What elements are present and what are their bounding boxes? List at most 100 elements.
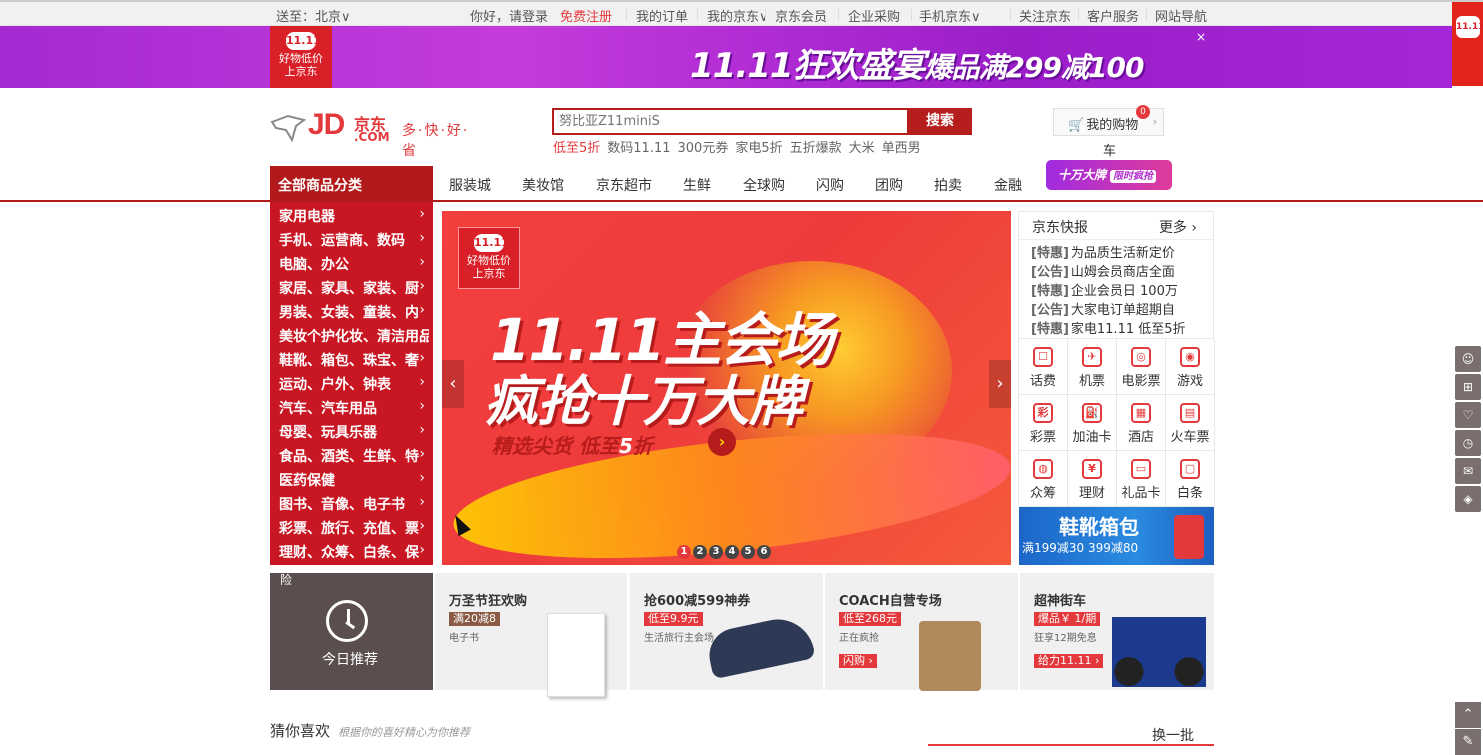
news-more-link[interactable]: 更多 ›: [1159, 217, 1197, 237]
promo-card-coach[interactable]: COACH自营专场 低至268元 正在疯抢 闪购 ›: [825, 573, 1018, 691]
service-giftcard[interactable]: ▭ 礼品卡: [1117, 451, 1166, 507]
category-item[interactable]: 美妆个护化妆、清洁用品、›: [279, 326, 429, 346]
enterprise-link[interactable]: 企业采购: [848, 6, 900, 25]
nav-item-fresh[interactable]: 生鲜: [683, 175, 711, 195]
feedback-icon[interactable]: ✎: [1455, 729, 1481, 755]
carousel-dot[interactable]: 4: [725, 545, 739, 559]
service-lottery[interactable]: 彩彩票: [1019, 395, 1068, 451]
category-item[interactable]: 图书、音像、电子书 ›: [279, 494, 429, 514]
nav-item-fashion[interactable]: 服装城: [449, 175, 491, 195]
carousel-dot[interactable]: 3: [709, 545, 723, 559]
service-fuel[interactable]: ⛽ 加油卡: [1068, 395, 1117, 451]
slide-go-icon[interactable]: ›: [708, 428, 736, 456]
service-train[interactable]: ▤ 火车票: [1166, 395, 1215, 451]
news-item[interactable]: [公告] 山姆会员商店全面: [1031, 261, 1211, 280]
jd-member-link[interactable]: 京东会员: [775, 6, 827, 25]
service-flight[interactable]: ✈ 机票: [1068, 339, 1117, 395]
history-icon[interactable]: ◷: [1455, 430, 1481, 456]
user-icon[interactable]: ☺: [1455, 346, 1481, 372]
carousel-dot[interactable]: 5: [741, 545, 755, 559]
shoes-bags-ad[interactable]: 鞋靴箱包 满199减30 399减80: [1019, 507, 1214, 565]
my-orders-link[interactable]: 我的订单: [636, 6, 688, 25]
refresh-button[interactable]: 换一批: [1152, 725, 1194, 745]
news-item[interactable]: [特惠] 家电11.11 低至5折: [1031, 318, 1211, 337]
banner-close-icon[interactable]: ×: [1196, 30, 1206, 44]
category-item[interactable]: 手机、运营商、数码 ›: [279, 230, 429, 250]
carousel-dot[interactable]: 2: [693, 545, 707, 559]
promo-card-halloween[interactable]: 万圣节狂欢购 满20减8 电子书: [435, 573, 627, 697]
nav-item-auction[interactable]: 拍卖: [934, 175, 962, 195]
book-image: [547, 613, 605, 697]
category-item[interactable]: 食品、酒类、生鲜、特 ›: [279, 446, 429, 466]
jd-logo[interactable]: JD 京东 .COM 多·快·好·省: [270, 108, 480, 159]
hotword-link[interactable]: 家电5折: [735, 141, 782, 156]
hotword-link[interactable]: 五折爆款: [790, 141, 842, 156]
cart-icon[interactable]: ⊞: [1455, 374, 1481, 400]
login-link[interactable]: 你好，请登录: [470, 6, 548, 25]
category-item[interactable]: 家居、家具、家装、厨 ›: [279, 278, 429, 298]
category-item[interactable]: 家用电器 ›: [279, 206, 429, 226]
carousel-dot[interactable]: 1: [677, 545, 691, 559]
heart-icon[interactable]: ♡: [1455, 402, 1481, 428]
hotword-link[interactable]: 数码11.11: [607, 141, 670, 156]
hotword-link[interactable]: 单西男: [882, 141, 921, 156]
nav-item-finance[interactable]: 金融: [994, 175, 1022, 195]
service-credit[interactable]: ▢ 白条: [1166, 451, 1215, 507]
search-button[interactable]: 搜索: [908, 108, 972, 135]
category-item[interactable]: 医药保健 ›: [279, 470, 429, 490]
category-item[interactable]: 汽车、汽车用品 ›: [279, 398, 429, 418]
follow-jd-link[interactable]: 关注京东∨: [1019, 6, 1071, 24]
category-item[interactable]: 理财、众筹、白条、保 ›: [279, 542, 429, 562]
news-item[interactable]: [公告] 大家电订单超期自: [1031, 299, 1211, 318]
carousel-next-button[interactable]: ›: [989, 360, 1011, 408]
promo-card-motorcycle[interactable]: 超神街车 爆品￥ 1/期 狂享12期免息 给力11.11 ›: [1020, 573, 1214, 690]
promo-go-button[interactable]: 给力11.11 ›: [1034, 654, 1104, 668]
nav-item-flash[interactable]: 闪购: [816, 175, 844, 195]
category-item[interactable]: 电脑、办公 ›: [279, 254, 429, 274]
customer-service-link[interactable]: 客户服务∨: [1087, 6, 1139, 24]
service-hotel[interactable]: ▦ 酒店: [1117, 395, 1166, 451]
category-item[interactable]: 男装、女装、童装、内 ›: [279, 302, 429, 322]
site-nav-link[interactable]: 网站导航∨: [1155, 6, 1207, 24]
nav-item-supermarket[interactable]: 京东超市: [596, 175, 652, 195]
promo-card-coupon[interactable]: 抢600减599神券 低至9.9元 生活旅行主会场: [630, 573, 823, 690]
nav-item-beauty[interactable]: 美妆馆: [522, 175, 564, 195]
carousel-prev-button[interactable]: ‹: [442, 360, 464, 408]
chevron-right-icon: ›: [419, 350, 425, 366]
today-recommend[interactable]: 险 今日推荐: [270, 573, 433, 690]
my-jd-link[interactable]: 我的京东∨: [707, 6, 765, 24]
search-input[interactable]: [552, 108, 909, 135]
brand-promo-button[interactable]: 十万大牌 限时疯抢: [1046, 160, 1172, 190]
mobile-jd-link[interactable]: 手机京东∨: [919, 6, 981, 25]
nav-item-global[interactable]: 全球购: [743, 175, 785, 195]
category-item[interactable]: 母婴、玩具乐器 ›: [279, 422, 429, 442]
service-phone[interactable]: ☐ 话费: [1019, 339, 1068, 395]
register-link[interactable]: 免费注册: [560, 6, 612, 25]
service-movie[interactable]: ◎ 电影票: [1117, 339, 1166, 395]
category-item[interactable]: 鞋靴、箱包、珠宝、奢 ›: [279, 350, 429, 370]
service-crowdfund[interactable]: ◍ 众筹: [1019, 451, 1068, 507]
wallet-icon[interactable]: ◈: [1455, 486, 1481, 512]
message-icon[interactable]: ✉: [1455, 458, 1481, 484]
all-categories-title[interactable]: 全部商品分类: [270, 166, 433, 200]
guess-you-like-title: 猜你喜欢 根据你的喜好精心为你推荐: [270, 722, 471, 740]
news-item[interactable]: [特惠] 企业会员日 100万: [1031, 280, 1211, 299]
service-game[interactable]: ◉ 游戏: [1166, 339, 1215, 395]
news-item[interactable]: [特惠] 为品质生活新定价: [1031, 242, 1211, 261]
location-selector[interactable]: 送至：北京∨: [276, 6, 351, 25]
hotword-link[interactable]: 大米: [849, 141, 875, 156]
lottery-icon: 彩: [1033, 403, 1053, 423]
category-item[interactable]: 运动、户外、钟表 ›: [279, 374, 429, 394]
flash-sale-button[interactable]: 闪购 ›: [839, 654, 877, 668]
back-to-top-icon[interactable]: ⌃: [1455, 702, 1481, 728]
carousel-dot[interactable]: 6: [757, 545, 771, 559]
hotword-link[interactable]: 300元券: [678, 141, 729, 156]
category-item[interactable]: 彩票、旅行、充值、票 ›: [279, 518, 429, 538]
news-title: 京东快报: [1032, 220, 1088, 236]
nav-item-group[interactable]: 团购: [875, 175, 903, 195]
side-1111-logo[interactable]: 11.11: [1452, 2, 1483, 86]
hotword-link[interactable]: 低至5折: [553, 141, 600, 156]
service-finance[interactable]: ¥ 理财: [1068, 451, 1117, 507]
cart-button[interactable]: 🛒 我的购物 0 ›: [1053, 105, 1164, 136]
chevron-right-icon: ›: [419, 398, 425, 414]
